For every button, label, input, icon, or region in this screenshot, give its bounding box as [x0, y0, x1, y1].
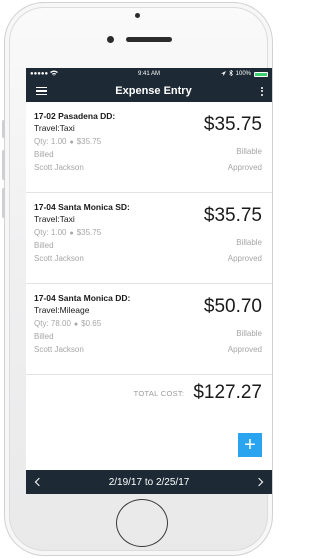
entry-rate: $35.75: [76, 228, 102, 237]
entry-qty: Qty: 78.00: [34, 319, 71, 328]
chevron-left-icon[interactable]: [34, 477, 44, 487]
entry-billable: Billable: [236, 238, 262, 247]
total-label: TOTAL COST:: [133, 388, 185, 398]
app-screen: ●●●●● 9:41 AM 100% Expense Entry 17-02 P…: [26, 68, 272, 494]
expense-entry[interactable]: 17-04 Santa Monica DD: Travel:Mileage Qt…: [26, 284, 272, 375]
date-range-bar: 2/19/17 to 2/25/17: [26, 470, 272, 494]
entry-qty-rate: Qty: 1.00 ● $35.75: [34, 137, 264, 146]
add-expense-button[interactable]: +: [238, 433, 262, 457]
mute-switch: [2, 120, 5, 138]
more-options-icon[interactable]: [260, 86, 264, 96]
entry-billed: Billed: [34, 150, 54, 159]
nav-bar: Expense Entry: [26, 80, 272, 102]
entry-rate: $35.75: [76, 137, 102, 146]
entry-billable: Billable: [236, 147, 262, 156]
entry-status: Approved: [227, 254, 262, 263]
volume-up-button: [2, 150, 5, 180]
expense-entry[interactable]: 17-02 Pasadena DD: Travel:Taxi Qty: 1.00…: [26, 102, 272, 193]
camera-lens: [107, 36, 114, 43]
entry-qty-rate: Qty: 1.00 ● $35.75: [34, 228, 264, 237]
entry-rate: $0.65: [81, 319, 102, 328]
entry-amount: $35.75: [203, 205, 262, 226]
status-bar: ●●●●● 9:41 AM 100%: [26, 68, 272, 80]
entry-qty: Qty: 1.00: [34, 228, 67, 237]
entry-amount: $35.75: [203, 114, 262, 135]
total-row: TOTAL COST: $127.27: [26, 378, 272, 408]
separator-dot: ●: [69, 230, 74, 237]
entry-amount: $50.70: [203, 296, 262, 317]
separator-dot: ●: [73, 321, 79, 328]
entry-billed: Billed: [34, 241, 54, 250]
entry-qty: Qty: 1.00: [34, 137, 67, 146]
entry-billed: Billed: [34, 332, 54, 341]
hamburger-menu-icon[interactable]: [36, 86, 47, 96]
total-value: $127.27: [193, 382, 262, 403]
front-camera: [135, 13, 140, 18]
entry-status: Approved: [227, 163, 262, 172]
expense-entry[interactable]: 17-04 Santa Monica SD: Travel:Taxi Qty: …: [26, 193, 272, 284]
volume-down-button: [2, 188, 5, 218]
battery-icon: [254, 71, 268, 77]
entry-status: Approved: [227, 345, 262, 354]
entry-qty-rate: Qty: 78.00 ● $0.65: [34, 319, 264, 328]
entry-billable: Billable: [236, 329, 262, 338]
date-range: 2/19/17 to 2/25/17: [108, 476, 190, 488]
separator-dot: ●: [69, 139, 74, 146]
plus-icon: +: [244, 434, 256, 456]
chevron-right-icon[interactable]: [254, 477, 264, 487]
expense-list: 17-02 Pasadena DD: Travel:Taxi Qty: 1.00…: [26, 102, 272, 375]
page-title: Expense Entry: [115, 85, 192, 97]
earpiece-speaker: [126, 37, 172, 42]
home-button[interactable]: [116, 499, 168, 547]
status-time: 9:41 AM: [137, 71, 160, 77]
